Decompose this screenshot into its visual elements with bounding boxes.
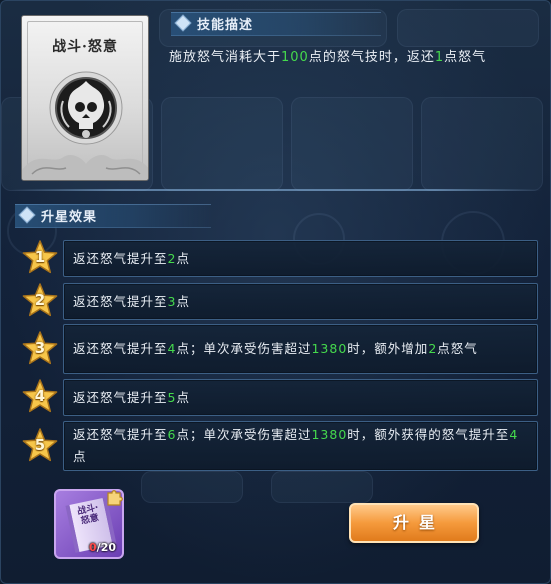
star-number: 2 [34,291,46,309]
star-up-button[interactable]: 升星 [349,503,479,543]
star-icon: 2 [21,282,59,320]
material-count-current: 0 [89,541,97,554]
text-segment: 返还怒气提升至 [73,293,168,309]
text-segment: 时，额外获得的怒气提升至 [347,427,510,442]
bg-tile [421,97,543,191]
star-effect-text: 返还怒气提升至6点；单次承受伤害超过1380时，额外获得的怒气提升至4点 [73,424,527,468]
description-header: 技能描述 [197,18,254,33]
text-segment: 点 [176,293,190,309]
star-icon: 4 [21,378,59,416]
star-icon: 3 [21,330,59,368]
highlight-value: 4 [509,427,519,442]
star-effect-row-1: 返还怒气提升至2点 [63,240,538,277]
puzzle-piece-icon [107,490,123,506]
star-effect-row-2: 返还怒气提升至3点 [63,283,538,320]
text-segment: 施放怒气消耗大于 [169,50,282,65]
bg-tile [291,97,413,191]
skill-card: 战斗·怒意 [21,15,149,181]
highlight-value: 1380 [311,427,348,442]
star-icon: 5 [21,427,59,465]
star-number: 3 [34,339,46,357]
bg-tile [397,9,539,47]
material-count-total: /20 [96,541,116,554]
skill-name: 战斗·怒意 [52,39,118,55]
text-segment: 返还怒气提升至 [73,341,168,356]
text-segment: 返还怒气提升至 [73,427,168,442]
star-icon: 1 [21,239,59,277]
text-segment: 返还怒气提升至 [73,250,168,266]
text-segment: 点；单次承受伤害超过 [176,427,312,442]
highlight-value: 1 [434,50,445,65]
star-effect-text: 返还怒气提升至3点 [73,291,527,313]
star-number: 4 [34,387,46,405]
highlight-value: 1380 [311,341,348,356]
star-effect-text: 返还怒气提升至2点 [73,248,527,270]
bg-tile [161,97,283,191]
text-segment: 点的怒气技时，返还 [308,50,435,65]
skill-star-panel: 战斗·怒意 技能描述 施放怒气消耗大于100点的怒气技时，返还1点怒气 升星效果… [0,0,551,584]
text-segment: 时，额外增加 [347,341,429,356]
section-divider [11,189,542,191]
text-segment: 点 [73,449,87,464]
text-segment: 点怒气 [444,50,487,65]
star-number: 5 [34,436,46,454]
skill-description: 施放怒气消耗大于100点的怒气技时，返还1点怒气 [169,45,534,70]
material-count: 0/20 [89,541,116,554]
star-number: 1 [34,248,46,266]
star-effects-header: 升星效果 [41,210,98,225]
highlight-value: 2 [428,341,438,356]
text-segment: 点 [176,389,190,405]
star-effect-text: 返还怒气提升至5点 [73,387,527,409]
text-segment: 返还怒气提升至 [73,389,168,405]
bg-tile [141,471,243,503]
text-segment: 点 [176,250,190,266]
star-effect-row-4: 返还怒气提升至5点 [63,379,538,416]
bg-tile [271,471,373,503]
text-segment: 点怒气 [437,341,478,356]
cloud-decoration [22,155,148,180]
star-effect-row-5: 返还怒气提升至6点；单次承受伤害超过1380时，额外获得的怒气提升至4点 [63,421,538,471]
highlight-value: 100 [281,50,309,65]
star-effect-text: 返还怒气提升至4点；单次承受伤害超过1380时，额外增加2点怒气 [73,338,527,360]
text-segment: 点；单次承受伤害超过 [176,341,312,356]
star-effect-row-3: 返还怒气提升至4点；单次承受伤害超过1380时，额外增加2点怒气 [63,324,538,374]
